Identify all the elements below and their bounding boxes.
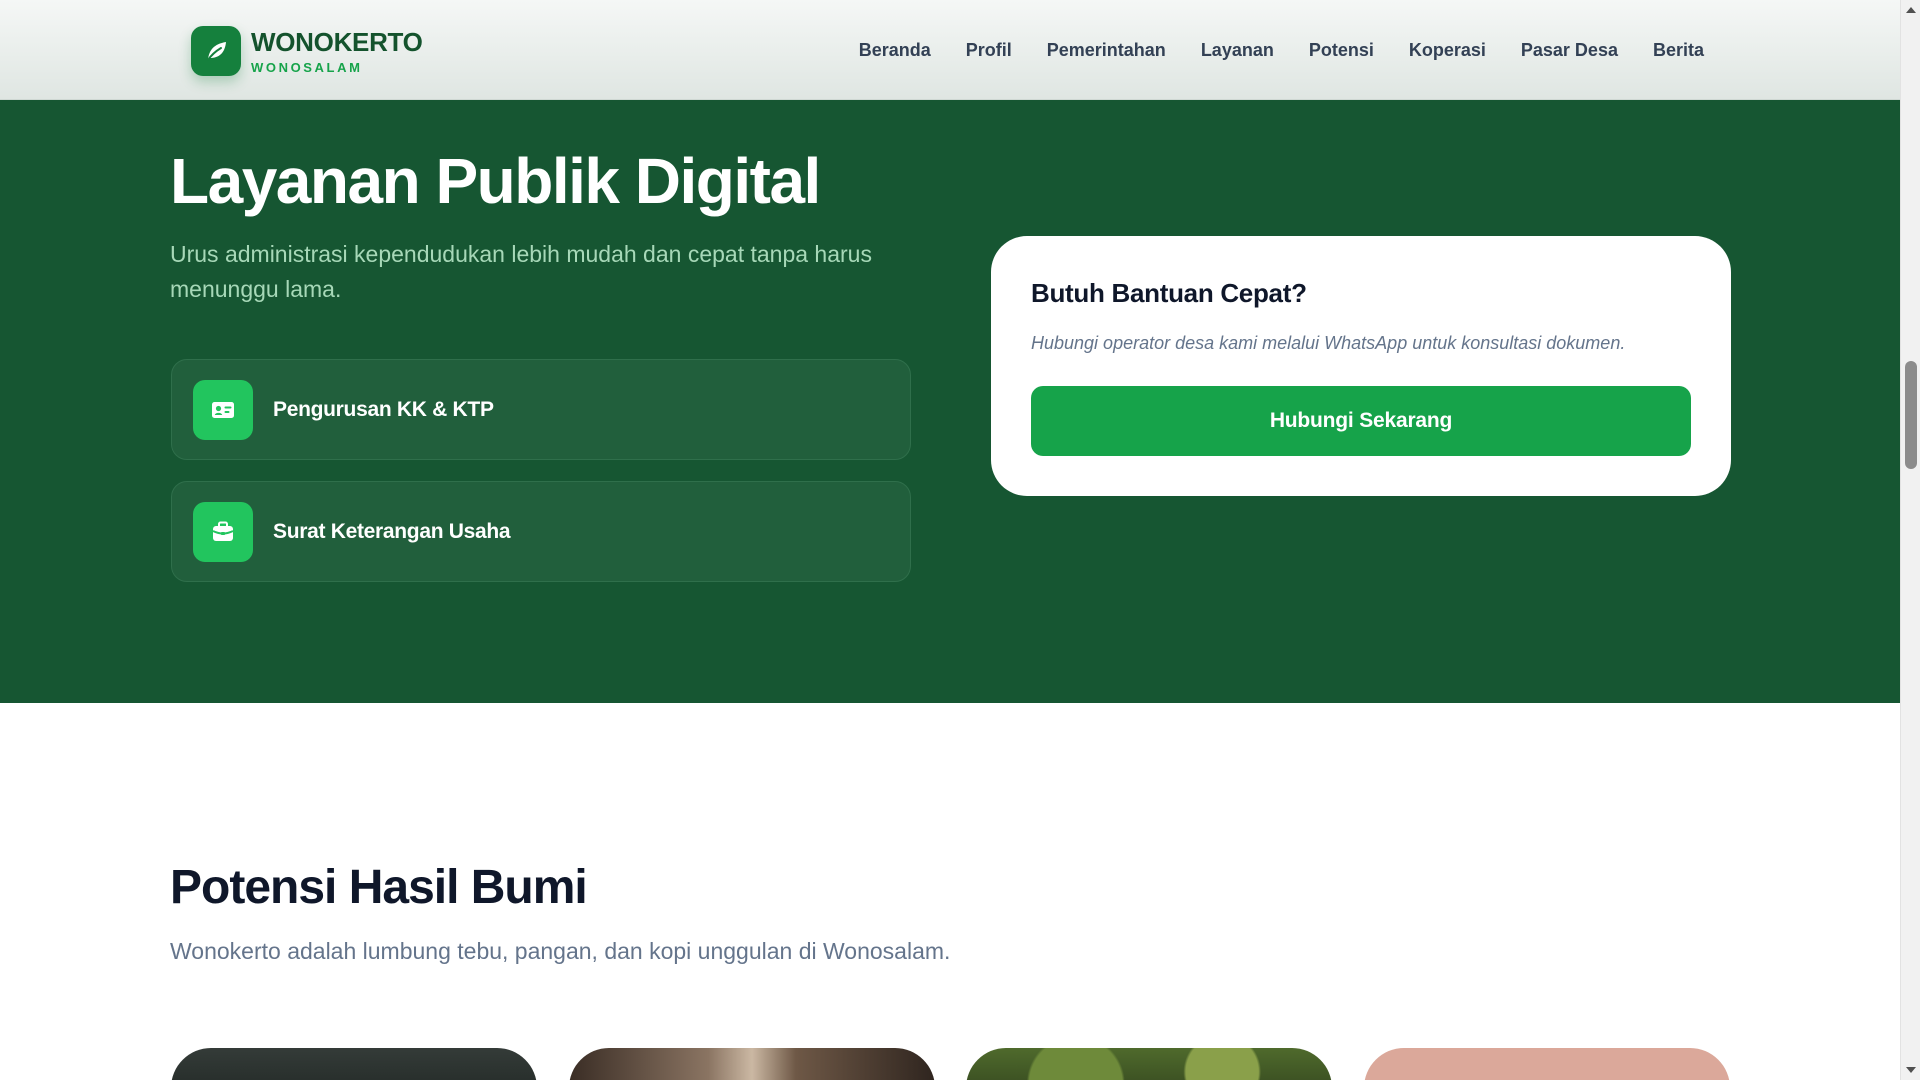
main-nav: Beranda Profil Pemerintahan Layanan Pote… (824, 38, 1704, 62)
nav-pemerintahan[interactable]: Pemerintahan (1047, 38, 1166, 62)
nav-potensi[interactable]: Potensi (1309, 38, 1374, 62)
service-label: Pengurusan KK & KTP (273, 398, 494, 421)
page: WONOKERTO WONOSALAM Beranda Profil Pemer… (0, 0, 1920, 1080)
potensi-image-card[interactable] (1364, 1048, 1730, 1080)
brand-logo[interactable]: WONOKERTO WONOSALAM (191, 26, 423, 76)
hero-section: Layanan Publik Digital Urus administrasi… (0, 100, 1900, 703)
hero-subtitle: Urus administrasi kependudukan lebih mud… (170, 241, 872, 302)
leaf-icon (191, 26, 241, 76)
service-card-kk-ktp[interactable]: Pengurusan KK & KTP (171, 359, 911, 460)
potensi-title: Potensi Hasil Bumi (170, 861, 588, 914)
nav-beranda[interactable]: Beranda (859, 38, 931, 62)
potensi-image-card[interactable] (966, 1048, 1332, 1080)
brand-subtitle: WONOSALAM (251, 59, 363, 75)
potensi-subtitle: Wonokerto adalah lumbung tebu, pangan, d… (170, 938, 951, 964)
vertical-scrollbar[interactable] (1900, 0, 1920, 1080)
scroll-up-icon[interactable] (1901, 0, 1920, 20)
hero-title: Layanan Publik Digital (170, 145, 821, 217)
help-description: Hubungi operator desa kami melalui Whats… (1031, 333, 1626, 353)
nav-pasar-desa[interactable]: Pasar Desa (1521, 38, 1618, 62)
id-card-icon (193, 380, 253, 440)
nav-profil[interactable]: Profil (966, 38, 1012, 62)
nav-koperasi[interactable]: Koperasi (1409, 38, 1486, 62)
potensi-image-card[interactable] (569, 1048, 935, 1080)
scroll-down-icon[interactable] (1901, 1060, 1920, 1080)
nav-berita[interactable]: Berita (1653, 38, 1704, 62)
site-header: WONOKERTO WONOSALAM Beranda Profil Pemer… (0, 0, 1900, 100)
contact-now-button[interactable]: Hubungi Sekarang (1031, 386, 1691, 456)
potensi-image-card[interactable] (171, 1048, 537, 1080)
browser-viewport: WONOKERTO WONOSALAM Beranda Profil Pemer… (0, 0, 1900, 1080)
service-label: Surat Keterangan Usaha (273, 520, 511, 543)
service-card-surat-usaha[interactable]: Surat Keterangan Usaha (171, 481, 911, 582)
scrollbar-thumb[interactable] (1905, 361, 1917, 469)
help-title: Butuh Bantuan Cepat? (1031, 278, 1307, 308)
brand-name: WONOKERTO (251, 26, 423, 57)
help-card: Butuh Bantuan Cepat? Hubungi operator de… (991, 236, 1731, 496)
nav-layanan[interactable]: Layanan (1201, 38, 1274, 62)
briefcase-icon (193, 502, 253, 562)
